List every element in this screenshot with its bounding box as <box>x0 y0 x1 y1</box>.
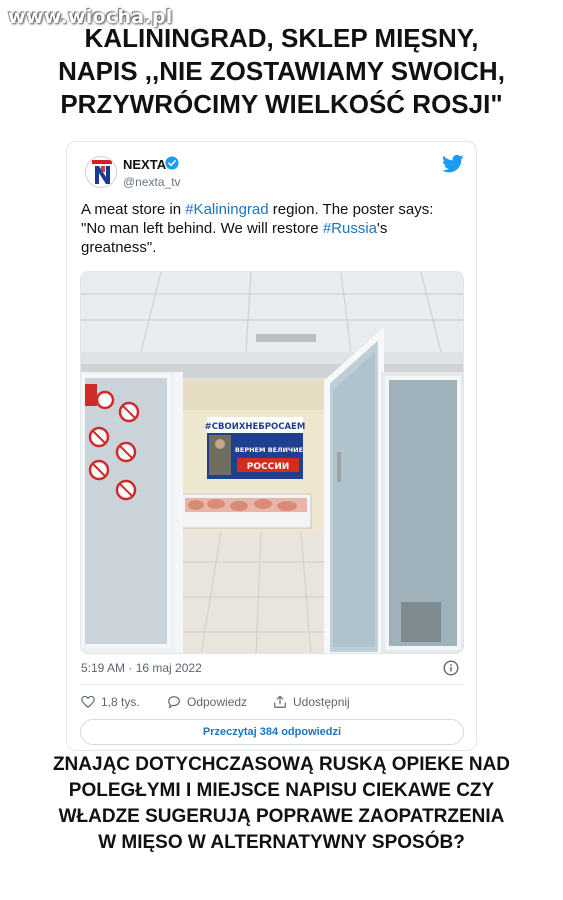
watermark: www.wiocha.pl <box>8 6 173 28</box>
nexta-logo-icon <box>86 157 116 187</box>
like-count: 1,8 tys. <box>101 695 140 709</box>
verified-badge-icon <box>165 156 179 170</box>
headline-line: NAPIS ,,NIE ZOSTAWIAMY SWOICH, <box>58 56 505 86</box>
author-handle[interactable]: @nexta_tv <box>123 175 181 189</box>
reply-button[interactable]: Odpowiedz <box>167 695 247 709</box>
heart-icon <box>81 695 95 708</box>
twitter-bird-icon[interactable] <box>442 154 464 174</box>
tweet-actions: 1,8 tys. Odpowiedz Udostępnij <box>81 695 465 713</box>
headline-line: PRZYWRÓCIMY WIELKOŚĆ ROSJI" <box>60 89 503 119</box>
author-name[interactable]: NEXTA <box>123 157 166 172</box>
caption-line: WŁADZE SUGERUJĄ POPRAWE ZAOPATRZENIA <box>58 806 505 827</box>
poster-line2: РОССИИ <box>247 462 290 472</box>
share-icon <box>274 695 286 708</box>
avatar[interactable] <box>85 156 117 188</box>
bottom-caption: ZNAJĄC DOTYCHCZASOWĄ RUSKĄ OPIEKE NAD PO… <box>0 752 563 856</box>
tweet-card: NEXTA @nexta_tv A meat store in #Kalinin… <box>66 141 477 751</box>
reply-icon <box>168 696 180 709</box>
hashtag-kaliningrad-link[interactable]: #Kaliningrad <box>185 201 268 218</box>
tweet-photo[interactable]: #СВОИХНЕБРОСАЕМ ВЕРНЕМ ВЕЛИЧИЕ РОССИИ <box>80 271 464 654</box>
info-icon[interactable] <box>443 660 459 676</box>
poster-hashtag: #СВОИХНЕБРОСАЕМ <box>205 422 306 432</box>
share-label: Udostępnij <box>293 695 350 709</box>
caption-line: POLEGŁYMI I MIEJSCE NAPISU CIEKAWE CZY <box>68 780 495 801</box>
caption-line: W MIĘSO W ALTERNATYWNY SPOSÓB? <box>98 832 465 853</box>
headline: KALININGRAD, SKLEP MIĘSNY, NAPIS ,,NIE Z… <box>0 22 563 121</box>
poster-line1: ВЕРНЕМ ВЕЛИЧИЕ <box>235 446 303 454</box>
caption-line: ZNAJĄC DOTYCHCZASOWĄ RUSKĄ OPIEKE NAD <box>52 754 511 775</box>
tweet-timestamp[interactable]: 5:19 AM · 16 maj 2022 <box>81 661 202 675</box>
tweet-text-part: A meat store in <box>81 201 186 218</box>
tweet-text: A meat store in #Kaliningrad region. The… <box>81 200 461 257</box>
reply-label: Odpowiedz <box>187 695 248 709</box>
store-photo-illustration: #СВОИХНЕБРОСАЕМ ВЕРНЕМ ВЕЛИЧИЕ РОССИИ <box>81 272 463 653</box>
divider <box>80 684 464 685</box>
like-button[interactable]: 1,8 tys. <box>81 695 140 709</box>
share-button[interactable]: Udostępnij <box>273 695 350 709</box>
hashtag-russia-link[interactable]: #Russia <box>323 220 377 237</box>
read-replies-button[interactable]: Przeczytaj 384 odpowiedzi <box>80 719 464 745</box>
